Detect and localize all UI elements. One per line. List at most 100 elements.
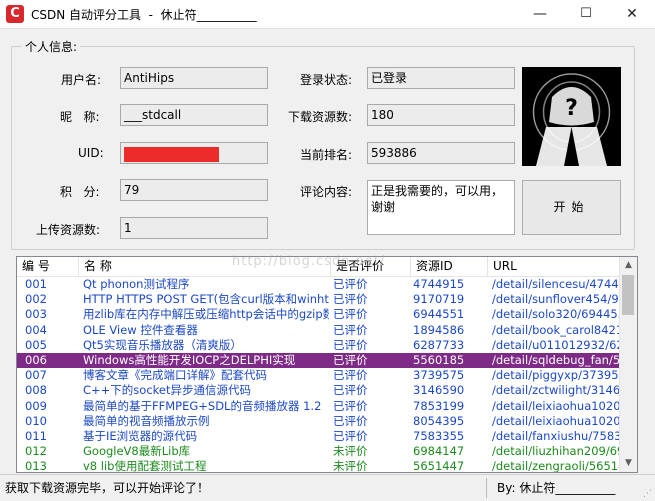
cell-no: 001 bbox=[25, 277, 47, 291]
table-row[interactable]: 006 Windows高性能开发IOCP之DELPHI实现 已评价 5560185/d… bbox=[17, 352, 621, 369]
cell-no: 004 bbox=[25, 322, 47, 337]
status-bar: 获取下载资源完毕，可以开始评论了！ By: 休止符__________ ⋰ bbox=[0, 474, 655, 501]
cell-status: 已评价 bbox=[333, 428, 368, 443]
cell-name: 用zlib库在内存中解压或压缩http会话中的gzip数据 bbox=[83, 307, 329, 322]
nickname-label: 昵 称: bbox=[60, 110, 100, 124]
cell-no: 008 bbox=[25, 383, 47, 398]
uploads-field[interactable]: 1 bbox=[120, 217, 268, 239]
cell-id: 8054395 bbox=[413, 413, 465, 428]
cell-id: 6944551 bbox=[413, 307, 465, 322]
column-header-rated[interactable]: 是否评价 bbox=[331, 257, 411, 276]
cell-name: C++下的socket异步通信源代码 bbox=[83, 383, 251, 398]
points-label: 积 分: bbox=[60, 185, 100, 199]
rank-field[interactable]: 593886 bbox=[367, 142, 515, 164]
points-field[interactable]: 79 bbox=[120, 179, 268, 201]
table-row[interactable]: 001 Qt phonon测试程序 已评价 4744915/detail/silenc… bbox=[17, 277, 621, 292]
cell-id: 3146590 bbox=[413, 383, 465, 398]
cell-status: 未评价 bbox=[333, 459, 368, 473]
close-button[interactable]: ✕ bbox=[609, 0, 655, 28]
cell-url: /detail/solo320/6944551 bbox=[492, 307, 621, 322]
column-header-number[interactable]: 编 号 bbox=[17, 257, 79, 276]
cell-no: 002 bbox=[25, 292, 47, 307]
minimize-button[interactable]: — bbox=[517, 0, 563, 28]
cell-id: 1894586 bbox=[413, 322, 465, 337]
personal-info-label: 个人信息: bbox=[22, 38, 81, 55]
maximize-button[interactable]: ☐ bbox=[563, 0, 609, 28]
window-title: CSDN 自动评分工具 - 休止符__________ bbox=[31, 8, 257, 22]
uid-label: UID: bbox=[78, 146, 104, 160]
anonymous-mask-icon: ? bbox=[522, 67, 621, 166]
cell-name: Qt phonon测试程序 bbox=[83, 277, 190, 291]
username-label: 用户名: bbox=[61, 73, 102, 87]
scroll-down-arrow-icon[interactable]: ▼ bbox=[620, 455, 637, 472]
cell-url: /detail/leixiaohua1020/7853199 bbox=[492, 398, 621, 413]
cell-id: 5651447 bbox=[413, 459, 465, 473]
table-row[interactable]: 005 Qt5实现音乐播放器（清爽版） 已评价 6287733/detail/u011… bbox=[17, 338, 621, 353]
cell-url: /detail/liuzhihan209/6984147 bbox=[492, 444, 621, 459]
scroll-up-arrow-icon[interactable]: ▲ bbox=[620, 257, 637, 274]
cell-url: /detail/book_carol8421 bbox=[492, 322, 621, 337]
table-row[interactable]: 010 最简单的视音频播放示例 已评价 8054395/detail/leixiaoh… bbox=[17, 414, 621, 429]
table-row[interactable]: 003 用zlib库在内存中解压或压缩http会话中的gzip数据 已评价 69445… bbox=[17, 307, 621, 322]
cell-name: Windows高性能开发IOCP之DELPHI实现 bbox=[83, 352, 296, 367]
downloads-field[interactable]: 180 bbox=[367, 104, 515, 126]
vertical-scrollbar[interactable]: ▲ ▼ bbox=[619, 257, 637, 472]
table-row[interactable]: 007 博客文章《完成端口详解》配套代码 已评价 3739575/detail/pig… bbox=[17, 368, 621, 383]
cell-url: /detail/zctwilight/3146590 bbox=[492, 383, 621, 398]
cell-no: 012 bbox=[25, 444, 47, 459]
table-row[interactable]: 008 C++下的socket异步通信源代码 已评价 3146590/detail/z… bbox=[17, 383, 621, 398]
table-row[interactable]: 012 GoogleV8最新Lib库 未评价 6984147/detail/liuzh… bbox=[17, 444, 621, 459]
cell-name: 最简单的基于FFMPEG+SDL的音频播放器 1.2 bbox=[83, 398, 322, 413]
table-row[interactable]: 004 OLE View 控件查看器 已评价 1894586/detail/book_… bbox=[17, 323, 621, 338]
avatar: ? bbox=[522, 67, 621, 166]
cell-no: 009 bbox=[25, 398, 47, 413]
cell-status: 已评价 bbox=[333, 413, 368, 428]
cell-status: 未评价 bbox=[333, 444, 368, 459]
cell-name: v8 lib使用配套测试工程 bbox=[83, 459, 207, 473]
downloads-label: 下载资源数: bbox=[288, 110, 353, 124]
cell-status: 已评价 bbox=[333, 277, 368, 291]
cell-name: OLE View 控件查看器 bbox=[83, 322, 198, 337]
cell-url: /detail/silencesu/4744915 bbox=[492, 277, 621, 291]
svg-text:?: ? bbox=[565, 96, 578, 121]
cell-no: 003 bbox=[25, 307, 47, 322]
cell-name: 最简单的视音频播放示例 bbox=[83, 413, 210, 428]
table-row[interactable]: 009 最简单的基于FFMPEG+SDL的音频播放器 1.2 已评价 7853199 /… bbox=[17, 399, 621, 414]
table-row[interactable]: 013 v8 lib使用配套测试工程 未评价 5651447/detail/zengr… bbox=[17, 459, 621, 473]
cell-id: 5560185 bbox=[413, 352, 465, 367]
cell-url: /detail/piggyxp/3739575 bbox=[492, 368, 621, 383]
status-divider bbox=[486, 478, 487, 498]
uid-redaction-bar bbox=[124, 147, 219, 162]
resize-grip-icon[interactable]: ⋰ bbox=[643, 489, 653, 499]
nickname-field[interactable]: ___stdcall bbox=[120, 104, 268, 126]
rank-label: 当前排名: bbox=[300, 148, 353, 162]
cell-url: /detail/u011012932/6287733 bbox=[492, 337, 621, 352]
cell-status: 已评价 bbox=[333, 337, 368, 352]
cell-id: 7583355 bbox=[413, 428, 465, 443]
username-field[interactable]: AntiHips bbox=[120, 67, 268, 89]
start-button[interactable]: 开始 bbox=[522, 180, 621, 235]
column-header-url[interactable]: URL bbox=[488, 257, 623, 276]
login-status-field[interactable]: 已登录 bbox=[367, 67, 515, 89]
comment-textarea[interactable]: 正是我需要的，可以用，谢谢 bbox=[367, 180, 515, 235]
table-row[interactable]: 011 基于IE浏览器的源代码 已评价 7583355/detail/fanxiush… bbox=[17, 429, 621, 444]
cell-status: 已评价 bbox=[333, 352, 368, 367]
column-header-name[interactable]: 名 称 bbox=[79, 257, 331, 276]
cell-id: 6984147 bbox=[413, 444, 465, 459]
cell-url: /detail/zengraoli/5651447 bbox=[492, 459, 621, 473]
cell-url: /detail/leixiaohua1020/8054395 bbox=[492, 413, 621, 428]
cell-status: 已评价 bbox=[333, 307, 368, 322]
cell-no: 010 bbox=[25, 413, 47, 428]
cell-no: 013 bbox=[25, 459, 47, 473]
scroll-thumb[interactable] bbox=[622, 275, 634, 315]
cell-no: 007 bbox=[25, 368, 47, 383]
comment-label: 评论内容: bbox=[300, 185, 353, 199]
cell-name: 博客文章《完成端口详解》配套代码 bbox=[83, 368, 267, 383]
table-row[interactable]: 002 HTTP HTTPS POST GET(包含curl版本和winhttp版… bbox=[17, 292, 621, 307]
table-header: 编 号 名 称 是否评价 资源ID URL bbox=[17, 257, 623, 277]
column-header-resource-id[interactable]: 资源ID bbox=[411, 257, 488, 276]
cell-url: /detail/fanxiushu/7583355 bbox=[492, 428, 621, 443]
cell-status: 已评价 bbox=[333, 322, 368, 337]
table-body: 001 Qt phonon测试程序 已评价 4744915/detail/silenc… bbox=[17, 277, 621, 473]
login-status-label: 登录状态: bbox=[300, 73, 353, 87]
